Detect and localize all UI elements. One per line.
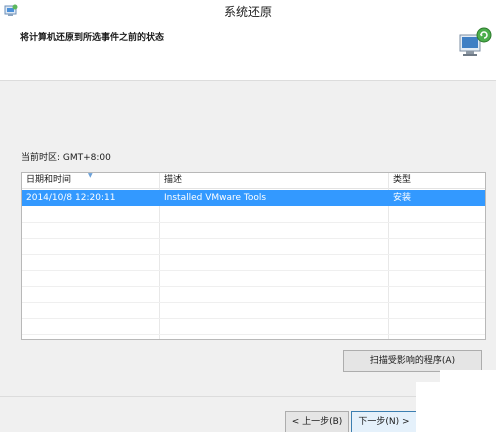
timezone-label: 当前时区: GMT+8:00 xyxy=(21,153,111,163)
title-bar: 系统还原 xyxy=(0,0,496,23)
table-row[interactable]: 2014/10/8 12:20:11 Installed VMware Tool… xyxy=(22,190,485,206)
scan-affected-programs-button[interactable]: 扫描受影响的程序(A) xyxy=(343,350,482,372)
computer-restore-icon xyxy=(459,27,492,56)
cell-description: Installed VMware Tools xyxy=(164,193,267,203)
grid-line xyxy=(22,270,485,271)
restore-points-table[interactable]: 日期和时间 ▼ 描述 类型 2014/10/8 12:20:11 Install… xyxy=(21,172,486,340)
sort-arrow-icon: ▼ xyxy=(88,172,93,179)
grid-line xyxy=(22,222,485,223)
grid-line xyxy=(22,302,485,303)
system-restore-window: 系统还原 将计算机还原到所选事件之前的状态 当前时区: GMT+8:00 日期和… xyxy=(0,0,496,432)
grid-line xyxy=(22,318,485,319)
overlay-patch xyxy=(416,382,496,432)
grid-line xyxy=(22,334,485,335)
back-button[interactable]: < 上一步(B) xyxy=(285,411,349,432)
table-header: 日期和时间 ▼ 描述 类型 xyxy=(22,173,485,189)
grid-line xyxy=(22,254,485,255)
column-header-type[interactable]: 类型 xyxy=(389,173,485,188)
column-header-description[interactable]: 描述 xyxy=(160,173,389,188)
cell-type: 安装 xyxy=(393,193,412,203)
instruction-text: 将计算机还原到所选事件之前的状态 xyxy=(20,33,165,43)
window-title: 系统还原 xyxy=(223,5,272,19)
grid-line xyxy=(22,286,485,287)
next-button[interactable]: 下一步(N) > xyxy=(351,411,417,432)
overlay-patch xyxy=(440,370,496,384)
cell-datetime: 2014/10/8 12:20:11 xyxy=(26,193,116,203)
header-panel: 将计算机还原到所选事件之前的状态 xyxy=(0,22,496,81)
grid-line xyxy=(22,238,485,239)
